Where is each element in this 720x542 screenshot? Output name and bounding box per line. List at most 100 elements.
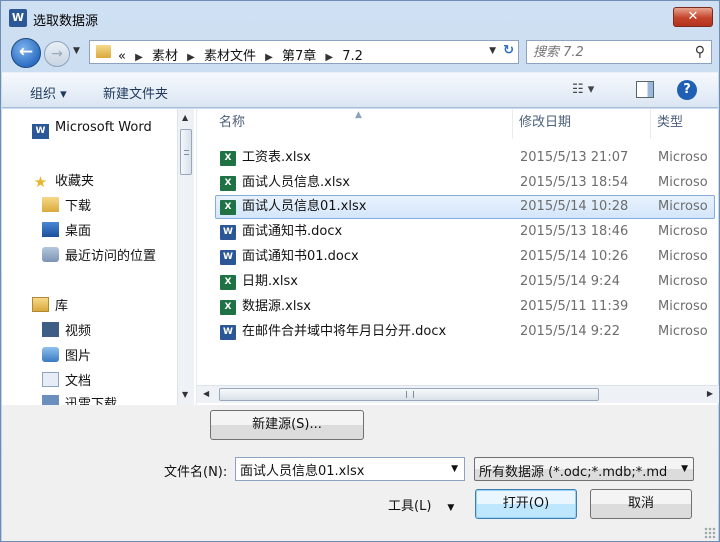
address-row: ← → ▼ « ▶ 素材 ▶ 素材文件 ▶ 第7章 ▶ 7.2 ▼ ↻ ⚲	[1, 35, 719, 69]
excel-file-icon: X	[220, 151, 236, 166]
title-bar[interactable]: W 选取数据源 ✕	[1, 1, 719, 35]
excel-file-icon: X	[220, 275, 236, 290]
filename-input[interactable]	[240, 460, 440, 478]
nav-item-downloads[interactable]: 下载	[42, 195, 91, 214]
grip-icon	[406, 391, 414, 398]
organize-button[interactable]: 组织 ▾	[30, 83, 67, 102]
dialog-footer: 新建源(S)... 文件名(N): ▼ 所有数据源 (*.odc;*.mdb;*…	[2, 405, 718, 541]
recent-places-icon	[42, 247, 59, 262]
scroll-up-icon[interactable]: ▲	[182, 113, 188, 122]
file-type-filter-select[interactable]: 所有数据源 (*.odc;*.mdb;*.md ▼	[474, 457, 694, 481]
nav-item-recent-places[interactable]: 最近访问的位置	[42, 245, 156, 264]
cancel-button[interactable]: 取消	[590, 489, 692, 519]
sort-ascending-icon: ▲	[355, 110, 362, 120]
file-row[interactable]: W 面试通知书01.docx 2015/5/14 10:26 Microso	[215, 245, 715, 269]
nav-item-label: 桌面	[65, 224, 92, 239]
breadcrumb-overflow[interactable]: «	[118, 49, 126, 64]
breadcrumb-item[interactable]: 7.2	[342, 49, 363, 64]
nav-item-label: 迅雷下载	[65, 397, 118, 405]
scrollbar-thumb[interactable]	[180, 129, 192, 175]
scroll-down-icon[interactable]: ▼	[182, 390, 188, 399]
videos-icon	[42, 322, 59, 337]
desktop-icon	[42, 222, 59, 237]
filename-combobox[interactable]: ▼	[235, 457, 465, 481]
dialog-title: 选取数据源	[33, 14, 99, 29]
file-date: 2015/5/14 10:26	[520, 249, 629, 264]
file-name: 日期.xlsx	[242, 274, 298, 289]
breadcrumb-separator-icon[interactable]: ▶	[135, 52, 143, 63]
pictures-icon	[42, 347, 59, 362]
column-header-date[interactable]: 修改日期	[513, 109, 651, 139]
file-type: Microso	[658, 150, 708, 165]
nav-item-label: Microsoft Word	[55, 120, 152, 135]
file-list-horizontal-scrollbar[interactable]: ◀ ▶	[197, 385, 719, 403]
file-date: 2015/5/13 18:46	[520, 224, 629, 239]
navigation-pane: W Microsoft Word ★ 收藏夹 下载 桌面 最近访问的位置 库 视频 …	[2, 109, 194, 405]
scroll-left-icon[interactable]: ◀	[203, 389, 209, 398]
resize-grip-icon[interactable]	[704, 527, 716, 539]
file-row[interactable]: X 工资表.xlsx 2015/5/13 21:07 Microso	[215, 146, 715, 170]
nav-item-label: 视频	[65, 324, 92, 339]
file-type: Microso	[658, 199, 708, 214]
column-header-name[interactable]: ▲ 名称	[197, 109, 513, 139]
tools-button[interactable]: 工具(L) ▼	[388, 495, 454, 514]
file-row[interactable]: X 日期.xlsx 2015/5/14 9:24 Microso	[215, 270, 715, 294]
file-row[interactable]: W 在邮件合并域中将年月日分开.docx 2015/5/14 9:22 Micr…	[215, 320, 715, 344]
open-button[interactable]: 打开(O)	[475, 489, 577, 519]
file-type: Microso	[658, 224, 708, 239]
word-file-icon: W	[220, 225, 236, 240]
back-button[interactable]: ←	[11, 38, 41, 68]
preview-pane-icon[interactable]	[636, 81, 654, 98]
file-name: 面试人员信息.xlsx	[242, 175, 350, 190]
refresh-icon[interactable]: ↻	[503, 43, 514, 58]
file-row-selected[interactable]: X 面试人员信息01.xlsx 2015/5/14 10:28 Microso	[215, 195, 715, 219]
file-name: 面试通知书.docx	[242, 224, 343, 239]
nav-item-label: 最近访问的位置	[65, 249, 157, 264]
column-header-type[interactable]: 类型	[651, 109, 719, 139]
nav-item-favorites[interactable]: ★ 收藏夹	[32, 170, 94, 190]
new-folder-button[interactable]: 新建文件夹	[103, 83, 168, 102]
breadcrumb-item[interactable]: 素材	[152, 49, 178, 64]
breadcrumb-separator-icon[interactable]: ▶	[265, 52, 273, 63]
chevron-down-icon[interactable]: ▼	[681, 464, 688, 474]
forward-button[interactable]: →	[44, 41, 70, 67]
help-icon[interactable]: ?	[677, 80, 697, 100]
nav-item-label: 文档	[65, 374, 92, 389]
breadcrumb-separator-icon[interactable]: ▶	[187, 52, 195, 63]
search-box[interactable]: ⚲	[526, 40, 712, 64]
close-button[interactable]: ✕	[673, 7, 713, 27]
scroll-right-icon[interactable]: ▶	[707, 389, 713, 398]
nav-item-libraries[interactable]: 库	[32, 295, 68, 314]
file-row[interactable]: X 面试人员信息.xlsx 2015/5/13 18:54 Microso	[215, 171, 715, 195]
search-input[interactable]	[533, 43, 683, 61]
excel-file-icon: X	[220, 176, 236, 191]
address-bar[interactable]: « ▶ 素材 ▶ 素材文件 ▶ 第7章 ▶ 7.2 ▼ ↻	[89, 40, 519, 64]
file-row[interactable]: W 面试通知书.docx 2015/5/13 18:46 Microso	[215, 220, 715, 244]
breadcrumb-item[interactable]: 素材文件	[204, 49, 256, 64]
file-row[interactable]: X 数据源.xlsx 2015/5/11 11:39 Microso	[215, 295, 715, 319]
file-name: 工资表.xlsx	[242, 150, 311, 165]
file-date: 2015/5/13 21:07	[520, 150, 629, 165]
search-icon[interactable]: ⚲	[695, 44, 705, 60]
nav-item-microsoft-word[interactable]: W Microsoft Word	[32, 120, 152, 139]
address-dropdown-icon[interactable]: ▼	[489, 46, 496, 56]
breadcrumb-separator-icon[interactable]: ▶	[325, 52, 333, 63]
breadcrumb-item[interactable]: 第7章	[282, 49, 316, 64]
nav-item-desktop[interactable]: 桌面	[42, 220, 91, 239]
chevron-down-icon[interactable]: ▼	[451, 464, 458, 474]
nav-item-documents[interactable]: 文档	[42, 370, 91, 389]
library-icon	[32, 297, 49, 312]
folder-icon	[96, 45, 111, 58]
nav-item-xunlei-downloads[interactable]: 迅雷下载	[42, 393, 117, 405]
file-list: ▲ 名称 修改日期 类型 X 工资表.xlsx 2015/5/13 21:07 …	[196, 109, 719, 405]
nav-item-pictures[interactable]: 图片	[42, 345, 91, 364]
change-view-button[interactable]: ☷ ▾	[572, 82, 594, 97]
recent-pages-dropdown[interactable]: ▼	[73, 46, 80, 56]
filename-label: 文件名(N):	[164, 465, 228, 480]
nav-item-videos[interactable]: 视频	[42, 320, 91, 339]
word-file-icon: W	[220, 250, 236, 265]
nav-item-label: 库	[55, 299, 69, 314]
new-source-button[interactable]: 新建源(S)...	[210, 410, 364, 440]
scrollbar-thumb[interactable]	[219, 388, 599, 401]
nav-pane-scrollbar[interactable]: ▲ ▼	[177, 109, 194, 405]
